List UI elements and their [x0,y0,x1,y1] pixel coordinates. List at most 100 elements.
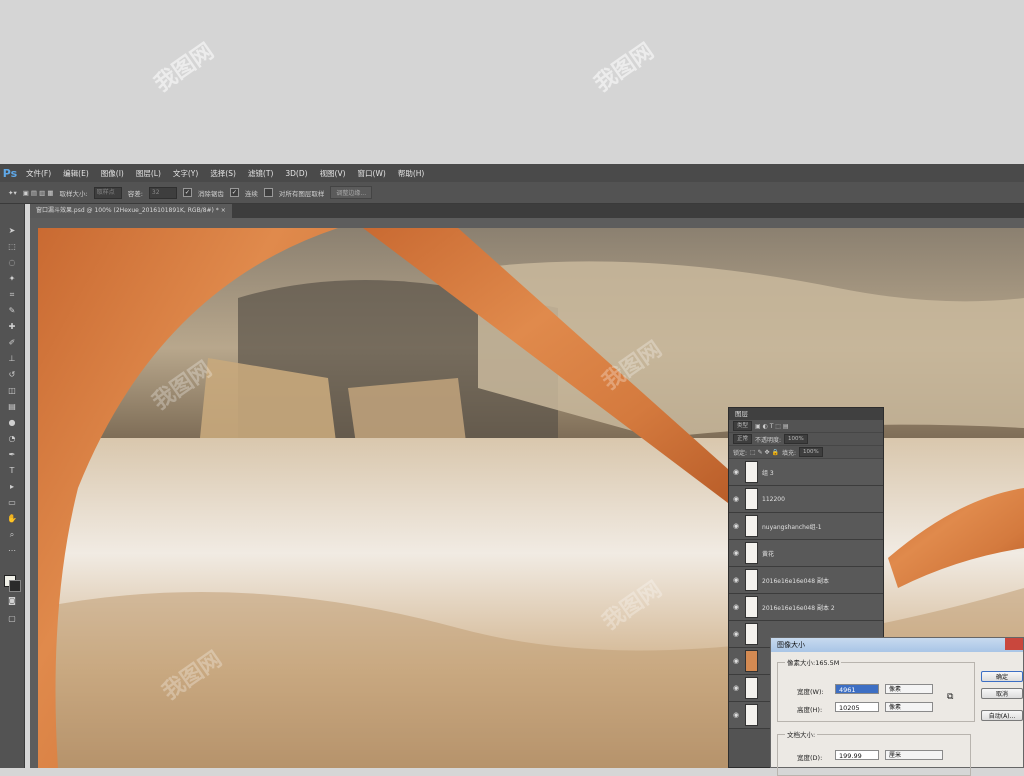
layer-thumbnail [745,569,758,591]
filter-icons[interactable]: ▣ ◐ T ⬚ ▤ [755,423,789,430]
eye-icon[interactable]: ◉ [729,603,743,611]
document-size-label: 文档大小: [785,729,818,739]
opacity-label: 不透明度: [755,436,782,444]
document-tab-label: 窗口漏斗效果.psd @ 100% (2Hexue_2016101891K, R… [36,207,219,214]
sample-all-checkbox[interactable] [263,188,273,197]
ok-button[interactable]: 确定 [981,671,1023,682]
menu-window[interactable]: 窗口(W) [352,168,392,179]
layer-row[interactable]: ◉ 2016e16e16e048 副本 2 [729,594,883,621]
refine-edge-button[interactable]: 调整边缘... [330,186,373,199]
close-icon[interactable]: × [221,207,226,214]
layer-thumbnail [745,650,758,672]
layer-row[interactable]: ◉ nuyangshanche组-1 [729,513,883,540]
layers-panel-title[interactable]: 图层 [729,408,883,420]
eye-icon[interactable]: ◉ [729,468,743,476]
stamp-tool-icon[interactable]: ⊥ [6,354,18,364]
layer-name: nuyangshanche组-1 [762,523,822,531]
height-unit-select[interactable]: 像素 [885,702,933,712]
healing-tool-icon[interactable]: ✚ [6,322,18,332]
hand-tool-icon[interactable]: ✋ [6,514,18,524]
image-size-dialog: 图像大小 像素大小:165.5M 宽度(W): 4961 像素 高度(H): 1… [770,637,1024,776]
layer-thumbnail [745,596,758,618]
opacity-input[interactable]: 100% [784,434,808,444]
blend-mode-select[interactable]: 正常 [733,434,753,444]
doc-width-unit-select[interactable]: 厘米 [885,750,943,760]
history-brush-tool-icon[interactable]: ↺ [6,370,18,380]
dialog-title[interactable]: 图像大小 [771,638,1023,652]
document-tab-bar: 窗口漏斗效果.psd @ 100% (2Hexue_2016101891K, R… [30,204,1024,218]
eraser-tool-icon[interactable]: ◫ [6,386,18,396]
eyedropper-tool-icon[interactable]: ✎ [6,306,18,316]
contiguous-checkbox[interactable]: ✓ [229,188,239,197]
width-input[interactable]: 4961 [835,684,879,694]
height-input[interactable]: 10205 [835,702,879,712]
tolerance-input[interactable]: 32 [148,186,177,199]
layer-thumbnail [745,704,758,726]
screen-mode-icon[interactable]: ▢ [6,614,18,624]
layer-row[interactable]: ◉ 112200 [729,486,883,513]
eye-icon[interactable]: ◉ [729,684,743,692]
dialog-close-button[interactable] [1005,638,1023,650]
menu-bar: Ps 文件(F) 编辑(E) 图像(I) 图层(L) 文字(Y) 选择(S) 滤… [0,164,1024,182]
width-unit-select[interactable]: 像素 [885,684,933,694]
menu-select[interactable]: 选择(S) [204,168,242,179]
crop-tool-icon[interactable]: ⌗ [6,290,18,300]
lock-row: 锁定: ⬚ ✎ ✥ 🔒 填充: 100% [729,446,883,459]
layer-thumbnail [745,488,758,510]
pen-tool-icon[interactable]: ✒ [6,450,18,460]
fill-input[interactable]: 100% [798,447,823,457]
selection-mode-icon[interactable]: ▣ ▤ ▥ ▦ [23,189,54,197]
layer-row[interactable]: ◉ 2016e16e16e048 副本 [729,567,883,594]
doc-width-input[interactable]: 199.99 [835,750,879,760]
magic-wand-tool-icon[interactable]: ✦ [6,274,18,284]
chain-link-icon: ⧉ [947,692,954,702]
menu-image[interactable]: 图像(I) [95,168,130,179]
lock-icons[interactable]: ⬚ ✎ ✥ 🔒 [750,449,779,456]
eye-icon[interactable]: ◉ [729,657,743,665]
eye-icon[interactable]: ◉ [729,549,743,557]
layer-row[interactable]: ◉ 黄花 [729,540,883,567]
move-tool-icon[interactable]: ➤ [6,226,18,236]
eye-icon[interactable]: ◉ [729,630,743,638]
layer-thumbnail [745,677,758,699]
menu-help[interactable]: 帮助(H) [392,168,431,179]
menu-edit[interactable]: 编辑(E) [57,168,95,179]
zoom-tool-icon[interactable]: ⌕ [6,530,18,540]
layer-thumbnail [745,515,758,537]
antialias-checkbox[interactable]: ✓ [182,188,192,197]
marquee-tool-icon[interactable]: ⬚ [6,242,18,252]
brush-tool-icon[interactable]: ✐ [6,338,18,348]
menu-filter[interactable]: 滤镜(T) [242,168,279,179]
path-select-tool-icon[interactable]: ▸ [6,482,18,492]
options-bar: ✦▾ ▣ ▤ ▥ ▦ 取样大小: 取样点 容差: 32 ✓ 消除锯齿 ✓ 连续 … [0,182,1024,204]
sample-size-select[interactable]: 取样点 [93,186,122,199]
auto-button[interactable]: 自动(A)... [981,710,1023,721]
gradient-tool-icon[interactable]: ▤ [6,402,18,412]
background-color-swatch[interactable] [9,580,21,592]
layer-kind-select[interactable]: 类型 [733,421,753,431]
lasso-tool-icon[interactable]: ◌ [6,258,18,268]
magic-wand-icon[interactable]: ✦▾ [8,189,17,197]
shape-tool-icon[interactable]: ▭ [6,498,18,508]
edit-toolbar-icon[interactable]: ⋯ [6,546,18,556]
menu-layer[interactable]: 图层(L) [130,168,167,179]
sample-all-label: 对所有图层取样 [278,189,325,198]
menu-type[interactable]: 文字(Y) [167,168,204,179]
dodge-tool-icon[interactable]: ◔ [6,434,18,444]
blur-tool-icon[interactable]: ● [6,418,18,428]
layer-name: 2016e16e16e048 副本 2 [762,604,835,612]
document-tab[interactable]: 窗口漏斗效果.psd @ 100% (2Hexue_2016101891K, R… [30,204,232,218]
layer-row[interactable]: ◉ 组 3 [729,459,883,486]
eye-icon[interactable]: ◉ [729,495,743,503]
menu-file[interactable]: 文件(F) [20,168,57,179]
type-tool-icon[interactable]: T [6,466,18,476]
menu-3d[interactable]: 3D(D) [279,169,313,178]
eye-icon[interactable]: ◉ [729,522,743,530]
layer-thumbnail [745,461,758,483]
menu-view[interactable]: 视图(V) [314,168,352,179]
quick-mask-icon[interactable]: ◙ [6,596,18,606]
antialias-label: 消除锯齿 [197,189,224,198]
cancel-button[interactable]: 取消 [981,688,1023,699]
eye-icon[interactable]: ◉ [729,576,743,584]
eye-icon[interactable]: ◉ [729,711,743,719]
